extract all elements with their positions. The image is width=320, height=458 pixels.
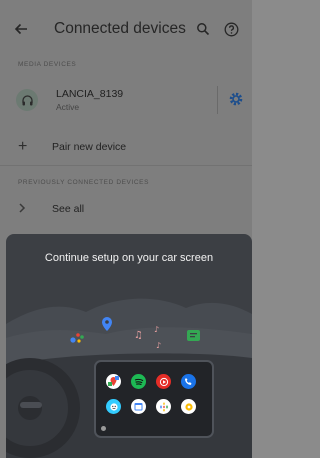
waze-app-icon — [106, 399, 121, 414]
search-icon[interactable] — [192, 18, 214, 40]
phone-app-icon — [181, 374, 196, 389]
calendar-app-icon — [131, 399, 146, 414]
headphones-icon — [16, 89, 38, 111]
maps-app-icon — [106, 374, 121, 389]
svg-text:♪: ♪ — [156, 341, 161, 350]
home-indicator-dot — [101, 426, 106, 431]
app-bar: Connected devices — [0, 0, 252, 58]
gear-icon[interactable] — [228, 91, 244, 112]
spotify-app-icon — [131, 374, 146, 389]
back-arrow-icon[interactable] — [10, 18, 32, 40]
svg-text:♫: ♫ — [134, 330, 143, 341]
help-icon[interactable] — [220, 18, 242, 40]
see-all-label: See all — [52, 203, 85, 215]
page-title: Connected devices — [54, 20, 186, 37]
device-status: Active — [56, 102, 80, 112]
media-devices-section-label: MEDIA DEVICES — [18, 61, 77, 68]
chevron-right-icon — [18, 202, 32, 216]
youtube-music-app-icon — [156, 374, 171, 389]
svg-text:♪: ♪ — [154, 325, 159, 334]
sheet-title: Continue setup on your car screen — [44, 252, 214, 264]
car-setup-bottom-sheet: ♫ ♪ ♪ Continue setup on your car screen — [6, 234, 252, 458]
plus-icon: + — [18, 137, 28, 155]
row-divider — [217, 86, 218, 114]
device-name: LANCIA_8139 — [56, 88, 124, 100]
car-head-unit-screen — [94, 360, 214, 438]
media-device-row[interactable]: LANCIA_8139 Active — [0, 72, 252, 128]
pair-new-device-row[interactable]: + Pair new device — [0, 128, 252, 166]
pair-new-device-label: Pair new device — [52, 140, 127, 153]
previously-connected-section-label: PREVIOUSLY CONNECTED DEVICES — [18, 179, 150, 186]
see-all-row[interactable]: See all — [0, 190, 252, 228]
podcasts-app-icon — [156, 399, 171, 414]
news-app-icon — [181, 399, 196, 414]
